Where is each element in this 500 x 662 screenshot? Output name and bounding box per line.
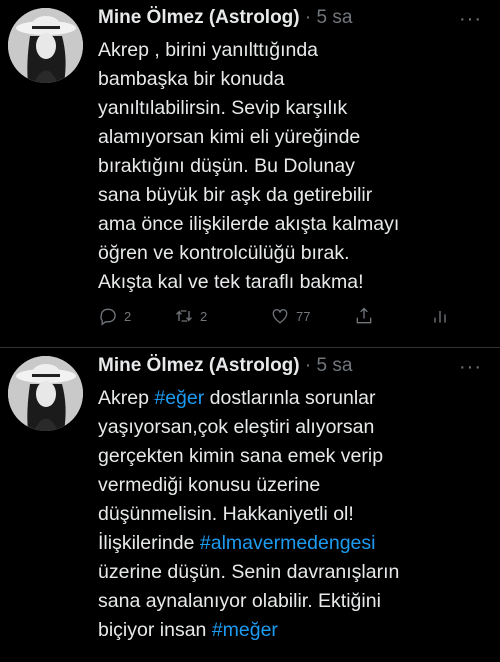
share-icon [356,307,372,324]
text-segment: alamıyorsan kimi eli yüreğinde [98,126,361,148]
tweet-text-line: bambaşka bir konuda [98,65,488,94]
text-segment: sana büyük bir aşk da getirebilir [98,184,373,206]
text-segment: Akrep [98,387,155,409]
tweet-text-line: Akrep , birini yanılttığında [98,36,488,65]
tweet-text-line: bıraktığını düşün. Bu Dolunay [98,152,488,181]
timestamp[interactable]: 5 sa [317,355,353,376]
more-icon[interactable]: ··· [459,8,482,31]
text-segment: bıraktığını düşün. Bu Dolunay [98,155,355,177]
tweet-text-line: yanıltılabilirsin. Sevip karşılık [98,94,488,123]
text-segment: bambaşka bir konuda [98,68,285,90]
text-segment: düşünmelisin. Hakkaniyetli ol! [98,503,354,525]
reply-icon [100,308,116,326]
tweet-text-line: öğren ve kontrolcülüğü bırak. [98,239,488,268]
tweet-text: Akrep #eğer dostlarınla sorunlar yaşıyors… [98,384,488,645]
text-segment: yaşıyorsan,çok eleştiri alıyorsan [98,416,375,438]
tweet-text-line: yaşıyorsan,çok eleştiri alıyorsan [98,413,488,442]
avatar[interactable] [8,356,83,431]
text-segment: biçiyor insan [98,619,212,641]
avatar[interactable] [8,8,83,83]
share-button[interactable] [354,306,374,326]
text-segment: sana aynalanıyor olabilir. Ektiğini [98,590,381,612]
text-segment: vermediği konusu üzerine [98,474,321,496]
text-segment: üzerine düşün. Senin davranışların [98,561,400,583]
separator: · [304,355,312,376]
hashtag-link[interactable]: #almavermedengesi [200,532,376,554]
retweet-button[interactable]: 2 [174,306,207,326]
text-segment: öğren ve kontrolcülüğü bırak. [98,242,350,264]
tweet-text-line: sana aynalanıyor olabilir. Ektiğini [98,587,488,616]
tweet-text: Akrep , birini yanılttığında bambaşka bir… [98,36,488,297]
text-segment: gerçekten kimin sana emek verip [98,445,384,467]
tweet-text-line: üzerine düşün. Senin davranışların [98,558,488,587]
author-name[interactable]: Mine Ölmez (Astrolog) [98,355,300,376]
tweet-header: Mine Ölmez (Astrolog) · 5 sa [98,355,352,377]
hashtag-link[interactable]: #eğer [154,387,204,409]
separator: · [304,7,312,28]
tweet[interactable]: Mine Ölmez (Astrolog) · 5 sa ··· Akrep ,… [0,0,500,348]
retweet-icon [176,310,192,322]
text-segment: Akrep , birini yanılttığında [98,39,319,61]
text-segment: Akışta kal ve tek taraflı bakma! [98,271,364,293]
tweet-header: Mine Ölmez (Astrolog) · 5 sa [98,7,352,29]
timestamp[interactable]: 5 sa [317,7,353,28]
like-icon [272,309,288,324]
reply-count: 2 [124,308,132,324]
tweet-text-line: biçiyor insan #meğer [98,616,488,645]
text-segment: yanıltılabilirsin. Sevip karşılık [98,97,348,119]
hashtag-link[interactable]: #meğer [212,619,278,641]
author-name[interactable]: Mine Ölmez (Astrolog) [98,7,300,28]
retweet-count: 2 [200,308,208,324]
tweet-text-line: Akrep #eğer dostlarınla sorunlar [98,384,488,413]
tweet-text-line: düşünmelisin. Hakkaniyetli ol! [98,500,488,529]
tweet-text-line: ama önce ilişkilerde akışta kalmayı [98,210,488,239]
analytics-button[interactable] [430,306,450,326]
analytics-icon [434,311,446,323]
tweet-text-line: vermediği konusu üzerine [98,471,488,500]
reply-button[interactable]: 2 [98,306,131,326]
more-icon[interactable]: ··· [459,356,482,379]
tweet-text-line: sana büyük bir aşk da getirebilir [98,181,488,210]
action-bar: 2 2 77 [98,306,478,328]
tweet[interactable]: Mine Ölmez (Astrolog) · 5 sa ··· Akrep #… [0,348,500,662]
tweet-text-line: alamıyorsan kimi eli yüreğinde [98,123,488,152]
text-segment: İlişkilerinde [98,532,200,554]
tweet-text-line: Akışta kal ve tek taraflı bakma! [98,268,488,297]
like-count: 77 [296,308,311,324]
like-button[interactable]: 77 [270,306,310,326]
tweet-text-line: gerçekten kimin sana emek verip [98,442,488,471]
text-segment: dostlarınla sorunlar [204,387,376,409]
text-segment: ama önce ilişkilerde akışta kalmayı [98,213,400,235]
tweet-text-line: İlişkilerinde #almavermedengesi [98,529,488,558]
